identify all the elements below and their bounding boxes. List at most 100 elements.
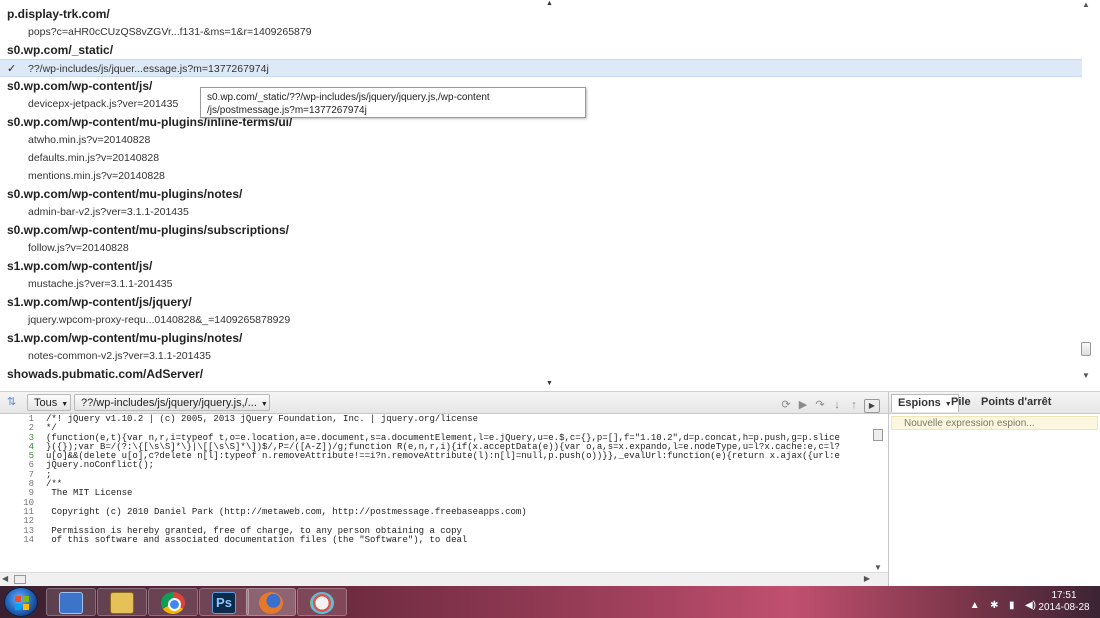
code-line: 8/**	[0, 479, 888, 489]
script-group-header[interactable]: s1.wp.com/wp-content/js/	[0, 257, 1082, 275]
scroll-down-icon[interactable]: ▼	[1082, 371, 1090, 380]
filter-label: Tous	[34, 397, 58, 409]
scroll-right-icon[interactable]: ▶	[864, 574, 870, 583]
signal-icon[interactable]: ▮	[1009, 600, 1015, 611]
watch-panel-tabs: Espions ▼ Pile Points d'arrêt	[889, 392, 1100, 414]
script-item-label: defaults.min.js?v=20140828	[28, 152, 160, 164]
watch-panel: Espions ▼ Pile Points d'arrêt Nouvelle ex…	[888, 392, 1100, 586]
script-list-item[interactable]: jquery.wpcom-proxy-requ...0140828&_=1409…	[0, 311, 1082, 329]
code-line: 14 of this software and associated docum…	[0, 534, 888, 545]
scrollbar-thumb[interactable]	[1081, 342, 1091, 356]
tooltip-line-1: s0.wp.com/_static/??/wp-includes/js/jque…	[207, 92, 490, 103]
scroll-left-icon[interactable]: ◀	[2, 574, 8, 583]
system-clock[interactable]: 17:51 2014-08-28	[1036, 590, 1092, 614]
refresh-icon[interactable]: ⟳	[779, 398, 793, 412]
script-group-label: s1.wp.com/wp-content/mu-plugins/notes/	[7, 331, 243, 345]
script-source-list[interactable]: p.display-trk.com/pops?c=aHR0cCUzQS8vZGV…	[0, 0, 1100, 392]
collapse-panel-icon[interactable]: ▶	[864, 399, 880, 413]
script-item-label: jquery.wpcom-proxy-requ...0140828&_=1409…	[28, 314, 291, 326]
script-item-label: notes-common-v2.js?ver=3.1.1-201435	[28, 350, 211, 362]
taskbar-firefox[interactable]	[246, 588, 296, 616]
step-over-icon[interactable]: ↷	[813, 398, 827, 412]
script-group-header[interactable]: s0.wp.com/_static/	[0, 41, 1082, 59]
script-group-header[interactable]: s1.wp.com/wp-content/mu-plugins/notes/	[0, 329, 1082, 347]
network-status-icon[interactable]: ✱	[990, 600, 998, 611]
script-group-label: s0.wp.com/wp-content/js/	[7, 79, 153, 93]
script-group-header[interactable]: s0.wp.com/wp-content/mu-plugins/notes/	[0, 185, 1082, 203]
script-group-header[interactable]: s0.wp.com/wp-content/mu-plugins/subscrip…	[0, 221, 1082, 239]
start-button[interactable]	[4, 587, 38, 617]
line-number[interactable]: 14	[0, 535, 34, 545]
script-list-item[interactable]: admin-bar-v2.js?ver=3.1.1-201435	[0, 203, 1082, 221]
system-tray: ▲ ✱ ▮ ◀)	[964, 595, 1036, 611]
script-item-label: atwho.min.js?v=20140828	[28, 134, 151, 146]
taskbar-chrome[interactable]	[148, 588, 198, 616]
tooltip-line-2: /js/postmessage.js?m=1377267974j	[207, 105, 367, 116]
script-group-label: s0.wp.com/wp-content/mu-plugins/subscrip…	[7, 223, 290, 237]
step-into-icon[interactable]: ↓	[830, 399, 844, 413]
script-list-item[interactable]: ✓ ??/wp-includes/js/jquer...essage.js?m=1…	[0, 59, 1082, 77]
windows-taskbar: Ps ▲ ✱ ▮ ◀) 17:51 2014-08-28	[0, 586, 1100, 618]
code-text: The MIT License	[46, 488, 133, 499]
code-lines: 1/*! jQuery v1.10.2 | (c) 2005, 2013 jQu…	[0, 414, 888, 545]
continue-icon[interactable]: ▶	[796, 398, 810, 412]
volume-icon[interactable]: ◀)	[1025, 600, 1036, 611]
script-item-label: mentions.min.js?v=20140828	[28, 170, 165, 182]
script-list-item[interactable]: pops?c=aHR0cCUzQS8vZGVr...f131-&ms=1&r=1…	[0, 23, 1082, 41]
code-text: Copyright (c) 2010 Daniel Park (http://m…	[46, 506, 527, 517]
list-scroll-down-arrow-icon[interactable]: ▼	[546, 380, 553, 387]
code-line: 1/*! jQuery v1.10.2 | (c) 2005, 2013 jQu…	[0, 414, 888, 424]
script-list-scrollbar[interactable]: ▲ ▼	[1080, 0, 1092, 391]
scrollbar-thumb[interactable]	[14, 575, 26, 584]
script-list-item[interactable]: defaults.min.js?v=20140828	[0, 149, 1082, 167]
script-list-item[interactable]: mustache.js?ver=3.1.1-201435	[0, 275, 1082, 293]
clock-date: 2014-08-28	[1038, 602, 1090, 613]
script-item-label: devicepx-jetpack.js?ver=201435	[28, 98, 179, 110]
script-group-header[interactable]: s1.wp.com/wp-content/js/jquery/	[0, 293, 1082, 311]
script-list-item[interactable]: follow.js?v=20140828	[0, 239, 1082, 257]
scroll-down-icon[interactable]: ▼	[874, 563, 882, 572]
script-group-label: s1.wp.com/wp-content/js/	[7, 259, 153, 273]
code-text: of this software and associated document…	[46, 534, 468, 545]
debugger-toolbar: ⇅ Tous ▼ ??/wp-includes/js/jquery/jquery.…	[0, 392, 888, 414]
scrollbar-thumb[interactable]	[873, 429, 883, 441]
script-item-label: admin-bar-v2.js?ver=3.1.1-201435	[28, 206, 189, 218]
taskbar-file-explorer[interactable]	[97, 588, 147, 616]
code-line: 9 The MIT License	[0, 488, 888, 499]
source-code-viewer[interactable]: 1/*! jQuery v1.10.2 | (c) 2005, 2013 jQu…	[0, 414, 888, 572]
script-list-item[interactable]: mentions.min.js?v=20140828	[0, 167, 1082, 185]
script-group-label: s0.wp.com/wp-content/mu-plugins/notes/	[7, 187, 243, 201]
code-vertical-scrollbar[interactable]: ▼	[872, 414, 884, 572]
script-group-header[interactable]: showads.pubmatic.com/AdServer/	[0, 365, 1082, 383]
pause-on-exception-icon[interactable]: ⇅	[7, 395, 21, 409]
scroll-up-icon[interactable]: ▲	[1082, 0, 1090, 9]
script-group-label: s0.wp.com/_static/	[7, 43, 114, 57]
windows-logo-icon	[15, 596, 29, 610]
code-text: /*! jQuery v1.10.2 | (c) 2005, 2013 jQue…	[46, 414, 479, 424]
list-scroll-up-arrow-icon[interactable]: ▲	[546, 0, 553, 7]
script-group-header[interactable]: p.display-trk.com/	[0, 5, 1082, 23]
script-list-item[interactable]: atwho.min.js?v=20140828	[0, 131, 1082, 149]
code-text: jQuery.noConflict();	[46, 460, 155, 471]
code-line: 7;	[0, 470, 888, 480]
chevron-down-icon: ▼	[61, 401, 69, 408]
filter-dropdown-button[interactable]: Tous ▼	[27, 394, 71, 411]
code-text: u[o]&&(delete u[o],c?delete n[l]:typeof …	[46, 451, 840, 462]
code-horizontal-scrollbar[interactable]: ◀ ▶	[0, 572, 888, 586]
script-selector-button[interactable]: ??/wp-includes/js/jquery/jquery.js,/... ▼	[74, 394, 270, 411]
taskbar-media-player[interactable]	[46, 588, 96, 616]
taskbar-photoshop[interactable]: Ps	[199, 588, 249, 616]
chevron-down-icon: ▼	[260, 401, 268, 408]
tab-watch-label: Espions	[898, 397, 941, 409]
tab-stack[interactable]: Pile	[945, 394, 977, 412]
script-item-label: follow.js?v=20140828	[28, 242, 129, 254]
taskbar-paint[interactable]	[297, 588, 347, 616]
script-selector-label: ??/wp-includes/js/jquery/jquery.js,/...	[81, 397, 257, 409]
clock-time: 17:51	[1051, 590, 1077, 601]
show-hidden-icons-icon[interactable]: ▲	[970, 600, 980, 611]
script-list-item[interactable]: notes-common-v2.js?ver=3.1.1-201435	[0, 347, 1082, 365]
new-watch-expression-input[interactable]: Nouvelle expression espion...	[891, 416, 1098, 430]
firefox-icon	[259, 592, 283, 614]
step-out-icon[interactable]: ↑	[847, 399, 861, 413]
tab-breakpoints[interactable]: Points d'arrêt	[975, 394, 1057, 412]
